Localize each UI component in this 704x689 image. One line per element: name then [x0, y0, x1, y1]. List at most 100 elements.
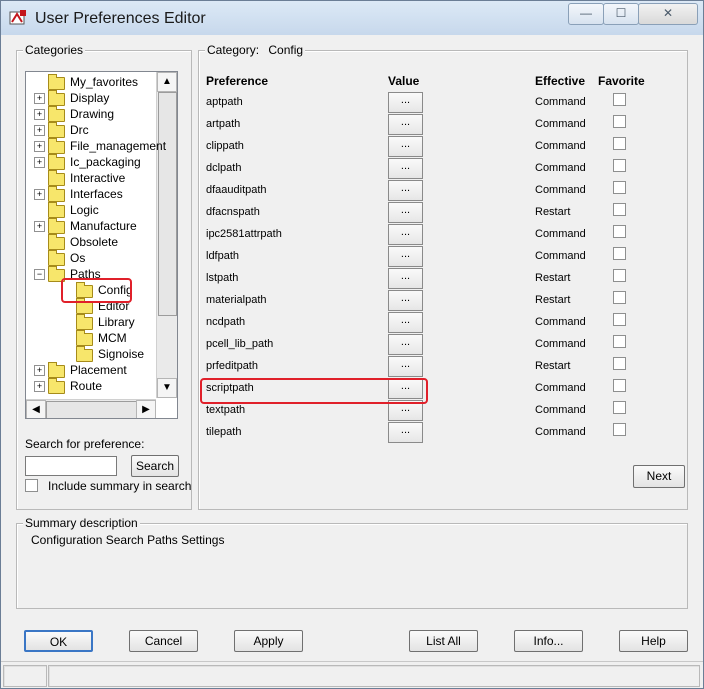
expand-icon[interactable]: + [34, 157, 45, 168]
tree-horizontal-scrollbar[interactable]: ◀ ▶ [26, 399, 156, 418]
tree-item-drc[interactable]: + Drc [26, 122, 156, 138]
help-button[interactable]: Help [619, 630, 688, 652]
value-browse-button[interactable]: ... [388, 180, 423, 201]
scroll-left-icon[interactable]: ◀ [26, 400, 46, 418]
value-browse-button[interactable]: ... [388, 312, 423, 333]
include-summary-checkbox[interactable] [25, 479, 38, 492]
expand-icon[interactable]: + [34, 141, 45, 152]
tree-vertical-scrollbar[interactable]: ▲ ▼ [156, 72, 177, 398]
scroll-up-icon[interactable]: ▲ [157, 72, 177, 92]
value-browse-button[interactable]: ... [388, 246, 423, 267]
expand-icon[interactable]: + [34, 381, 45, 392]
favorite-checkbox[interactable] [613, 291, 626, 304]
expand-icon[interactable]: + [34, 93, 45, 104]
value-browse-button[interactable]: ... [388, 356, 423, 377]
collapse-icon[interactable]: − [34, 269, 45, 280]
effective-value: Command [535, 184, 586, 196]
expand-icon[interactable]: + [34, 189, 45, 200]
tree-item-interactive[interactable]: Interactive [26, 170, 156, 186]
value-browse-button[interactable]: ... [388, 224, 423, 245]
title-bar[interactable]: User Preferences Editor — ☐ ✕ [1, 1, 703, 35]
value-browse-button[interactable]: ... [388, 202, 423, 223]
close-button[interactable]: ✕ [638, 3, 698, 25]
preference-name: dfacnspath [206, 206, 260, 218]
tree-item-label: Ic_packaging [70, 155, 141, 169]
list-all-button[interactable]: List All [409, 630, 478, 652]
scroll-thumb[interactable] [158, 92, 177, 316]
value-browse-button[interactable]: ... [388, 422, 423, 443]
favorite-checkbox[interactable] [613, 423, 626, 436]
favorite-checkbox[interactable] [613, 379, 626, 392]
categories-tree[interactable]: ▲ ▼ ◀ ▶ My_favorites + Display + Drawing + Drc… [25, 71, 178, 419]
tree-item-placement[interactable]: + Placement [26, 362, 156, 378]
effective-value: Command [535, 228, 586, 240]
minimize-button[interactable]: — [568, 3, 604, 25]
tree-item-manufacture[interactable]: + Manufacture [26, 218, 156, 234]
folder-icon [48, 106, 65, 122]
scroll-down-icon[interactable]: ▼ [157, 378, 177, 398]
tree-item-label: Drawing [70, 107, 115, 121]
header-preference: Preference [206, 74, 269, 88]
favorite-checkbox[interactable] [613, 225, 626, 238]
tree-item-route[interactable]: + Route [26, 378, 156, 394]
preference-name: materialpath [206, 294, 267, 306]
expand-icon[interactable]: + [34, 109, 45, 120]
favorite-checkbox[interactable] [613, 203, 626, 216]
value-browse-button[interactable]: ... [388, 92, 423, 113]
next-button[interactable]: Next [633, 465, 685, 488]
expand-icon[interactable]: + [34, 125, 45, 136]
status-bar [1, 661, 703, 689]
tree-item-os[interactable]: Os [26, 250, 156, 266]
value-browse-button[interactable]: ... [388, 114, 423, 135]
preference-name: ncdpath [206, 316, 246, 328]
tree-item-drawing[interactable]: + Drawing [26, 106, 156, 122]
header-favorite: Favorite [598, 74, 645, 88]
favorite-checkbox[interactable] [613, 313, 626, 326]
tree-item-ic-packaging[interactable]: + Ic_packaging [26, 154, 156, 170]
value-browse-button[interactable]: ... [388, 290, 423, 311]
tree-item-library[interactable]: Library [26, 314, 156, 330]
ok-button[interactable]: OK [24, 630, 93, 652]
value-browse-button[interactable]: ... [388, 158, 423, 179]
tree-item-signoise[interactable]: Signoise [26, 346, 156, 362]
expand-icon[interactable]: + [34, 365, 45, 376]
expand-icon[interactable]: + [34, 221, 45, 232]
cancel-button[interactable]: Cancel [129, 630, 198, 652]
favorite-checkbox[interactable] [613, 269, 626, 282]
tree-item-label: MCM [98, 331, 127, 345]
scroll-right-icon[interactable]: ▶ [136, 400, 156, 418]
value-browse-button[interactable]: ... [388, 268, 423, 289]
favorite-checkbox[interactable] [613, 401, 626, 414]
maximize-button[interactable]: ☐ [603, 3, 639, 25]
favorite-checkbox[interactable] [613, 159, 626, 172]
hscroll-thumb[interactable] [46, 401, 138, 418]
categories-label: Categories [23, 43, 86, 57]
tree-item-interfaces[interactable]: + Interfaces [26, 186, 156, 202]
value-browse-button[interactable]: ... [388, 136, 423, 157]
apply-button[interactable]: Apply [234, 630, 303, 652]
folder-icon [48, 362, 65, 378]
tree-item-file-management[interactable]: + File_management [26, 138, 166, 154]
tree-item-obsolete[interactable]: Obsolete [26, 234, 156, 250]
search-input[interactable] [25, 456, 117, 476]
preference-name: lstpath [206, 272, 239, 284]
tree-item-my-favorites[interactable]: My_favorites [26, 74, 156, 90]
preference-name: clippath [206, 140, 244, 152]
favorite-checkbox[interactable] [613, 181, 626, 194]
search-button[interactable]: Search [131, 455, 179, 477]
tree-item-logic[interactable]: Logic [26, 202, 156, 218]
favorite-checkbox[interactable] [613, 357, 626, 370]
tree-item-display[interactable]: + Display [26, 90, 156, 106]
favorite-checkbox[interactable] [613, 115, 626, 128]
preference-name: aptpath [206, 96, 243, 108]
favorite-checkbox[interactable] [613, 137, 626, 150]
favorite-checkbox[interactable] [613, 247, 626, 260]
effective-value: Command [535, 96, 586, 108]
favorite-checkbox[interactable] [613, 335, 626, 348]
effective-value: Restart [535, 272, 571, 284]
value-browse-button[interactable]: ... [388, 334, 423, 355]
info-button[interactable]: Info... [514, 630, 583, 652]
favorite-checkbox[interactable] [613, 93, 626, 106]
tree-item-label: File_management [70, 139, 167, 153]
tree-item-mcm[interactable]: MCM [26, 330, 156, 346]
